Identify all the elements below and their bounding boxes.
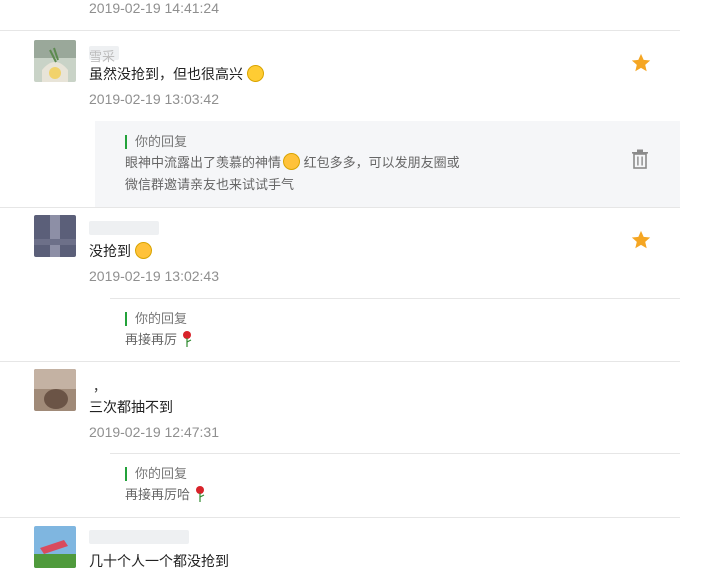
comment-text-content: 没抢到 <box>89 243 131 259</box>
reply-text-content: 再接再厉哈 <box>125 487 191 502</box>
comment-text-content: 虽然没抢到，但也很高兴 <box>89 66 243 82</box>
thinking-emoji-icon <box>283 153 301 170</box>
reply-box: 你的回复 再接再厉 <box>95 299 680 361</box>
star-icon[interactable] <box>630 52 652 74</box>
comment-text: 几十个人一个都没抢到 <box>89 553 229 569</box>
comment-author <box>89 530 189 544</box>
rose-icon <box>195 486 204 502</box>
comment-timestamp: 2019-02-19 13:03:42 <box>89 91 219 107</box>
reply-text: 再接再厉哈 <box>125 484 206 506</box>
reply-box: 你的回复 眼神中流露出了羡慕的神情 红包多多，可以发朋友圈或 微信群邀请亲友也来… <box>95 121 680 207</box>
avatar[interactable] <box>34 526 76 568</box>
reply-text-content: 再接再厉 <box>125 332 178 347</box>
comment-author <box>89 221 159 235</box>
comment-text: 虽然没抢到，但也很高兴 <box>89 64 264 84</box>
comment-timestamp: 2019-02-19 14:41:24 <box>89 0 219 16</box>
reply-line-1: 眼神中流露出了羡慕的神情 <box>125 155 282 170</box>
comment-author: ， <box>93 379 107 394</box>
avatar[interactable] <box>34 215 76 257</box>
reply-box: 你的回复 再接再厉哈 <box>95 454 680 516</box>
divider <box>0 361 680 362</box>
comment-author: 雪采 <box>89 46 119 64</box>
comment-timestamp: 2019-02-19 12:47:31 <box>89 424 219 440</box>
star-icon[interactable] <box>630 229 652 251</box>
avatar[interactable] <box>34 40 76 82</box>
reply-header: 你的回复 <box>125 312 187 326</box>
reply-line-2: 微信群邀请亲友也来试试手气 <box>125 177 295 192</box>
divider <box>0 30 680 31</box>
smiling-emoji-icon <box>246 65 264 82</box>
reply-header: 你的回复 <box>125 467 187 481</box>
reply-header: 你的回复 <box>125 135 187 149</box>
divider <box>0 207 680 208</box>
reply-text: 眼神中流露出了羡慕的神情 红包多多，可以发朋友圈或 微信群邀请亲友也来试试手气 <box>125 152 525 196</box>
reply-text: 再接再厉 <box>125 329 193 351</box>
comment-text: 三次都抽不到 <box>89 399 173 415</box>
avatar[interactable] <box>34 369 76 411</box>
comment-timestamp: 2019-02-19 13:02:43 <box>89 268 219 284</box>
comment-text: 没抢到 <box>89 241 152 261</box>
rose-icon <box>182 331 191 347</box>
delete-trash-icon[interactable] <box>631 149 649 169</box>
crying-emoji-icon <box>134 242 152 259</box>
divider <box>0 517 680 518</box>
reply-line-1-rest: 红包多多，可以发朋友圈或 <box>300 155 460 170</box>
